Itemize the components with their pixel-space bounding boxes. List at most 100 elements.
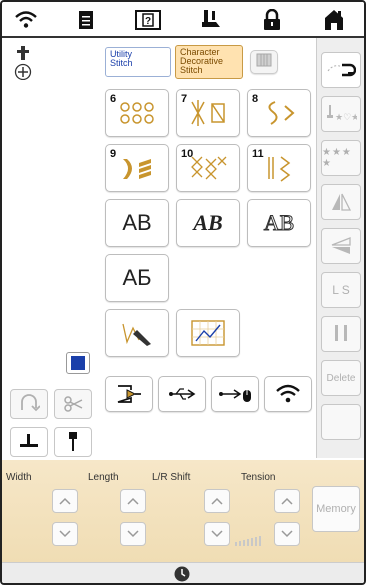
width-decrease-button[interactable] (52, 522, 78, 546)
usb-mouse-icon (219, 389, 251, 402)
thread-tension-button[interactable] (321, 52, 361, 88)
font-sample-label: AB (122, 210, 152, 235)
svg-text:?: ? (145, 16, 151, 27)
tension-increase-button[interactable] (274, 489, 300, 513)
length-decrease-button[interactable] (120, 522, 146, 546)
mirror-horizontal-icon (331, 237, 351, 254)
tension-decrease-button[interactable] (274, 522, 300, 546)
twin-needle-icon (335, 325, 347, 341)
stitch-number: 9 (110, 148, 117, 160)
stitch-number: 11 (252, 148, 264, 160)
stitch-pattern-icon (268, 156, 291, 182)
pattern-preview-button[interactable]: ★♡★ (321, 96, 361, 132)
stitch-button-8[interactable]: 8 (247, 89, 311, 137)
design-grid-icon (191, 320, 225, 346)
stitch-book-button[interactable] (250, 50, 278, 74)
delete-button[interactable]: Delete (321, 360, 361, 396)
custom-stitch-icon (122, 323, 151, 346)
thread-cutter-button[interactable] (54, 389, 92, 419)
tab-character-decorative-stitch[interactable]: Character Decorative Stitch (175, 45, 243, 79)
thread-cutter-return-button[interactable] (10, 389, 48, 419)
loop-arrow-icon (21, 394, 40, 412)
tab-utility-stitch[interactable]: Utility Stitch (105, 47, 171, 77)
twin-needle-button[interactable] (321, 316, 361, 352)
thread-icon (327, 63, 356, 77)
memory-button[interactable]: Memory (312, 486, 360, 532)
chevron-up-icon (211, 497, 223, 505)
stitch-button-6[interactable]: 6 (105, 89, 169, 137)
stitch-pattern-icon (120, 102, 154, 124)
size-button[interactable]: L S (321, 272, 361, 308)
stitch-number: 8 (252, 93, 259, 105)
lock-icon[interactable] (258, 8, 286, 32)
usb-icon (169, 388, 196, 400)
font-sample-label: AB (263, 210, 295, 236)
status-footer (2, 562, 364, 583)
font-button-sans[interactable]: AB (105, 199, 169, 247)
top-toolbar: ? (2, 2, 364, 38)
stitch-pattern-icon (191, 100, 225, 126)
stitch-button-11[interactable]: 11 (247, 144, 311, 192)
presser-foot-icon (20, 434, 38, 447)
document-icon[interactable] (72, 8, 100, 32)
wireless-button[interactable] (264, 376, 312, 412)
blank-button[interactable] (321, 404, 361, 440)
thread-color-swatch (71, 356, 85, 370)
needle-icon (69, 432, 77, 451)
length-increase-button[interactable] (120, 489, 146, 513)
stars-icon: ★★★ ★ (322, 147, 352, 169)
needle-stars-icon: ★♡★ (327, 105, 357, 123)
font-sample-label: АБ (122, 265, 152, 290)
mirror-vertical-button[interactable] (321, 184, 361, 220)
tension-label: Tension (241, 472, 276, 483)
screen-frame: ? Utility Stitch Character Decorative St… (0, 0, 366, 585)
width-label: Width (6, 472, 32, 483)
font-sample-label: AB (193, 210, 223, 235)
stitch-number: 6 (110, 93, 117, 105)
mirror-vertical-icon (332, 193, 352, 211)
chevron-down-icon (211, 530, 223, 538)
usb-button[interactable] (158, 376, 206, 412)
presser-foot-lift-button[interactable] (10, 427, 48, 457)
chevron-up-icon (59, 497, 71, 505)
help-icon[interactable]: ? (134, 8, 162, 32)
tension-level-bars (234, 532, 268, 551)
chevron-down-icon (59, 530, 71, 538)
stitch-button-10[interactable]: 10 (176, 144, 240, 192)
my-custom-stitch-button[interactable] (105, 309, 169, 357)
stitch-button-7[interactable]: 7 (176, 89, 240, 137)
stitch-settings-panel: Width Length L/R Shift Tension Memory (2, 460, 364, 562)
needle-position-button[interactable] (54, 427, 92, 457)
chevron-up-icon (281, 497, 293, 505)
wifi-icon (276, 384, 300, 403)
chevron-down-icon (281, 530, 293, 538)
send-to-machine-button[interactable] (105, 376, 153, 412)
svg-text:★♡★: ★♡★ (335, 113, 357, 123)
stitch-design-button[interactable] (176, 309, 240, 357)
stitch-pattern-icon (268, 101, 295, 125)
book-icon (256, 53, 272, 72)
stitch-pattern-icon (191, 156, 227, 180)
font-button-cyrillic[interactable]: АБ (105, 254, 169, 302)
chevron-down-icon (127, 530, 139, 538)
thread-color-indicator[interactable] (66, 352, 90, 374)
font-button-outline[interactable]: AB (247, 199, 311, 247)
stitch-number: 10 (181, 148, 194, 160)
wifi-icon[interactable] (12, 8, 40, 32)
needle-position-icon (12, 46, 34, 85)
usb-mouse-button[interactable] (211, 376, 259, 412)
font-button-script[interactable]: AB (176, 199, 240, 247)
width-increase-button[interactable] (52, 489, 78, 513)
stitch-pattern-icon (123, 159, 151, 179)
home-icon[interactable] (320, 8, 348, 32)
stitch-button-9[interactable]: 9 (105, 144, 169, 192)
lr-shift-right-button[interactable] (204, 489, 230, 513)
export-arrow-icon (117, 385, 141, 403)
mirror-horizontal-button[interactable] (321, 228, 361, 264)
clock-icon[interactable] (174, 566, 190, 583)
lr-shift-left-button[interactable] (204, 522, 230, 546)
stitch-number: 7 (181, 93, 188, 105)
presser-foot-icon[interactable] (196, 8, 224, 32)
star-pattern-button[interactable]: ★★★ ★ (321, 140, 361, 176)
scissors-icon (64, 396, 83, 412)
